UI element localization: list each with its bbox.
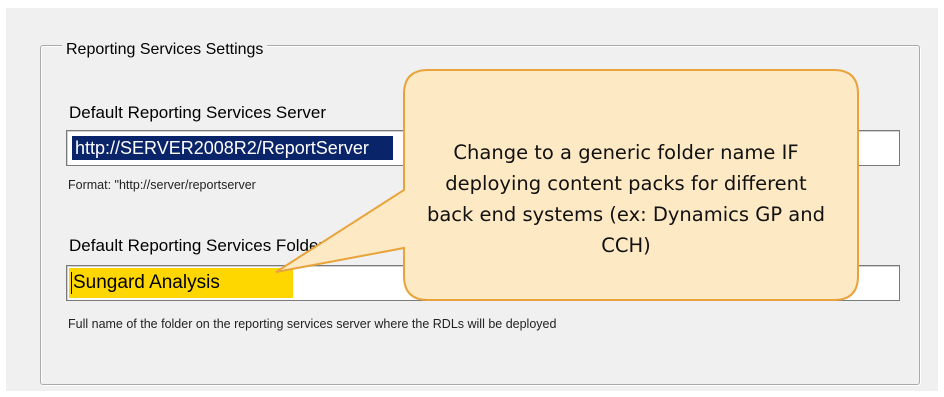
callout-text: Change to a generic folder name IF deplo… (426, 141, 825, 257)
